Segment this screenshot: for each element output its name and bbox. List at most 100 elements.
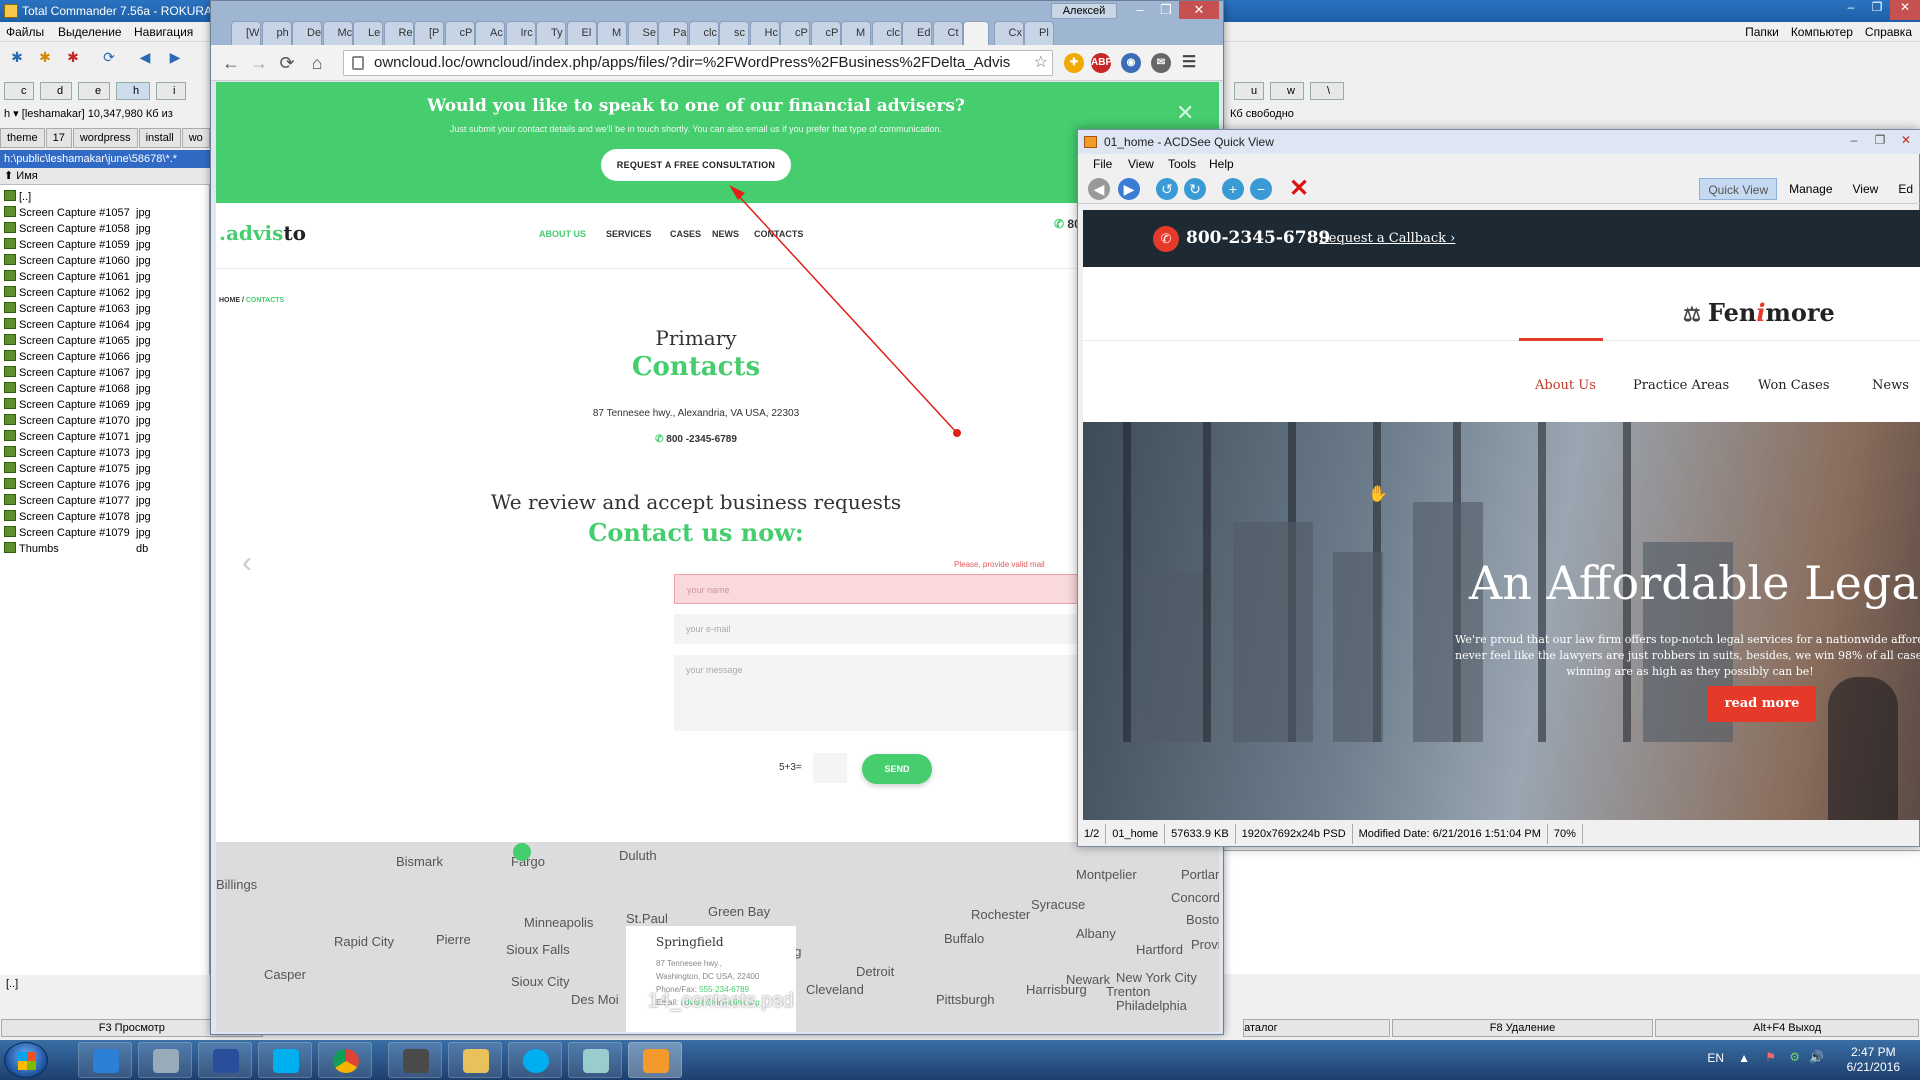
browser-tab[interactable]: Pa	[658, 21, 688, 45]
f8-delete-button[interactable]: F8 Удаление	[1391, 1019, 1654, 1037]
file-list-item[interactable]: Screen Capture #1066	[4, 349, 154, 365]
browser-tab[interactable]: Mc	[322, 21, 353, 45]
browser-tab[interactable]: [P	[414, 21, 444, 45]
start-button[interactable]	[4, 1042, 48, 1078]
nav-news[interactable]: NEWS	[712, 229, 739, 239]
taskbar-total-commander[interactable]	[198, 1042, 252, 1078]
mode-manage[interactable]: Manage	[1781, 178, 1840, 200]
bookmark-star-icon[interactable]: ☆	[1034, 51, 1048, 75]
drive-c-button[interactable]: c	[4, 82, 34, 100]
advisto-logo[interactable]: .advisto	[219, 221, 306, 245]
acdsee-menu-help[interactable]: Help	[1209, 154, 1234, 174]
drive-d-button[interactable]: d	[40, 82, 72, 100]
home-icon[interactable]: ⌂	[307, 53, 327, 73]
email-field[interactable]: your e-mail	[674, 614, 1134, 644]
acdsee-minimize-button[interactable]: –	[1841, 130, 1867, 150]
browser-tab[interactable]: El	[566, 21, 597, 45]
browser-tab[interactable]: M	[597, 21, 627, 45]
file-list-item[interactable]: Screen Capture #1067	[4, 365, 154, 381]
file-list-item[interactable]: Screen Capture #1062	[4, 285, 154, 301]
drive-h-button[interactable]: h	[116, 82, 150, 100]
browser-tab[interactable]: cP	[780, 21, 810, 45]
mode-view[interactable]: View	[1845, 178, 1887, 200]
browser-tab[interactable]: Re	[383, 21, 414, 45]
tc-tab-wo[interactable]: wo	[181, 128, 210, 148]
file-list-item[interactable]: [..]	[4, 189, 154, 205]
previous-image-icon[interactable]: ◀	[1088, 178, 1110, 200]
file-list-item[interactable]: Screen Capture #1076	[4, 477, 154, 493]
breadcrumb-home[interactable]: HOME	[219, 297, 240, 304]
menu-icon[interactable]: ☰	[1179, 53, 1199, 73]
taskbar-calculator[interactable]	[138, 1042, 192, 1078]
f7-mkdir-button[interactable]: аталог	[1243, 1019, 1390, 1037]
extension-puzzle-icon[interactable]: ✚	[1064, 53, 1084, 73]
browser-tab[interactable]: Se	[627, 21, 658, 45]
file-list-item[interactable]: Screen Capture #1065	[4, 333, 154, 349]
acdsee-menu-file[interactable]: File	[1093, 154, 1112, 174]
browser-tab[interactable]: sc	[719, 21, 749, 45]
address-bar[interactable]: owncloud.loc/owncloud/index.php/apps/fil…	[343, 50, 1053, 76]
taskbar-ie[interactable]	[78, 1042, 132, 1078]
tc-close-button[interactable]: ✕	[1890, 0, 1920, 20]
tc-minimize-button[interactable]: –	[1838, 0, 1864, 20]
nav-contacts[interactable]: CONTACTS	[754, 229, 803, 239]
file-list-item[interactable]: Screen Capture #1060	[4, 253, 154, 269]
acdsee-maximize-button[interactable]: ❐	[1867, 130, 1893, 150]
taskbar-skype[interactable]	[508, 1042, 562, 1078]
settings-gear-icon[interactable]: ✱	[8, 48, 26, 66]
back-arrow-icon[interactable]: ◀	[136, 48, 154, 66]
browser-tab[interactable]: Ty	[536, 21, 566, 45]
file-list-item[interactable]: Screen Capture #1057	[4, 205, 154, 221]
taskbar-notepad[interactable]	[568, 1042, 622, 1078]
mail-extension-icon[interactable]: ✉	[1151, 53, 1171, 73]
gear-red-icon[interactable]: ✱	[64, 48, 82, 66]
next-image-icon[interactable]: ▶	[1118, 178, 1140, 200]
alt-f4-exit-button[interactable]: Alt+F4 Выход	[1655, 1019, 1919, 1037]
file-list-item[interactable]: Screen Capture #1058	[4, 221, 154, 237]
network-icon[interactable]: ⚙	[1789, 1050, 1800, 1064]
volume-icon[interactable]: 🔊	[1809, 1050, 1824, 1064]
tc-column-header-name[interactable]: ⬆ Имя	[0, 168, 210, 185]
browser-tab[interactable]: Le	[353, 21, 383, 45]
nav-about-us[interactable]: ABOUT US	[539, 229, 586, 239]
taskbar-acdsee[interactable]	[628, 1042, 682, 1078]
browser-tab[interactable]: Ed	[902, 21, 932, 45]
drive-i-button[interactable]: i	[156, 82, 186, 100]
file-list-item[interactable]: Screen Capture #1061	[4, 269, 154, 285]
tc-maximize-button[interactable]: ❐	[1864, 0, 1890, 20]
tc-tab-install[interactable]: install	[138, 128, 181, 148]
nav-services[interactable]: SERVICES	[606, 229, 651, 239]
request-callback-link[interactable]: Request a Callback ›	[1319, 231, 1455, 246]
clock[interactable]: 2:47 PM 6/21/2016	[1847, 1045, 1900, 1075]
file-list-item[interactable]: Screen Capture #1071	[4, 429, 154, 445]
browser-tab[interactable]: Cx	[993, 21, 1024, 45]
browser-tab[interactable]: [W	[231, 21, 261, 45]
browser-close-button[interactable]: ✕	[1179, 1, 1219, 19]
zoom-out-icon[interactable]: −	[1250, 178, 1272, 200]
browser-tab[interactable]: ph	[261, 21, 292, 45]
taskbar-skype-s[interactable]	[258, 1042, 312, 1078]
file-list-item[interactable]: Screen Capture #1075	[4, 461, 154, 477]
file-list-item[interactable]: Screen Capture #1069	[4, 397, 154, 413]
file-list-item[interactable]: Thumbs	[4, 541, 154, 557]
browser-tab[interactable]: clc	[688, 21, 719, 45]
browser-tab[interactable]: cP	[444, 21, 475, 45]
mode-quick-view[interactable]: Quick View	[1699, 178, 1778, 200]
browser-maximize-button[interactable]: ❐	[1153, 1, 1179, 19]
zoom-in-icon[interactable]: +	[1222, 178, 1244, 200]
mode-edit[interactable]: Ed	[1890, 178, 1920, 200]
forward-icon[interactable]: →	[249, 53, 269, 73]
tc-current-path[interactable]: h:\public\leshamakar\june\58678\*.*	[0, 150, 210, 168]
tc-tab-wordpress[interactable]: wordpress	[72, 128, 138, 148]
contacts-map[interactable]: Philadelphia Trenton Harrisburg New York Ci…	[216, 842, 1219, 1032]
browser-tab[interactable]	[963, 21, 989, 45]
tc-menu-computer[interactable]: Компьютер	[1791, 22, 1853, 42]
browser-tab[interactable]: M	[841, 21, 871, 45]
tc-tab-17[interactable]: 17	[45, 128, 72, 148]
nav-cases[interactable]: CASES	[670, 229, 701, 239]
drive-w-button[interactable]: w	[1270, 82, 1304, 100]
tray-expand-icon[interactable]: ▲	[1738, 1051, 1750, 1065]
gear-icon[interactable]: ✱	[36, 48, 54, 66]
refresh-icon[interactable]: ⟳	[100, 48, 118, 66]
file-list-item[interactable]: Screen Capture #1079	[4, 525, 154, 541]
